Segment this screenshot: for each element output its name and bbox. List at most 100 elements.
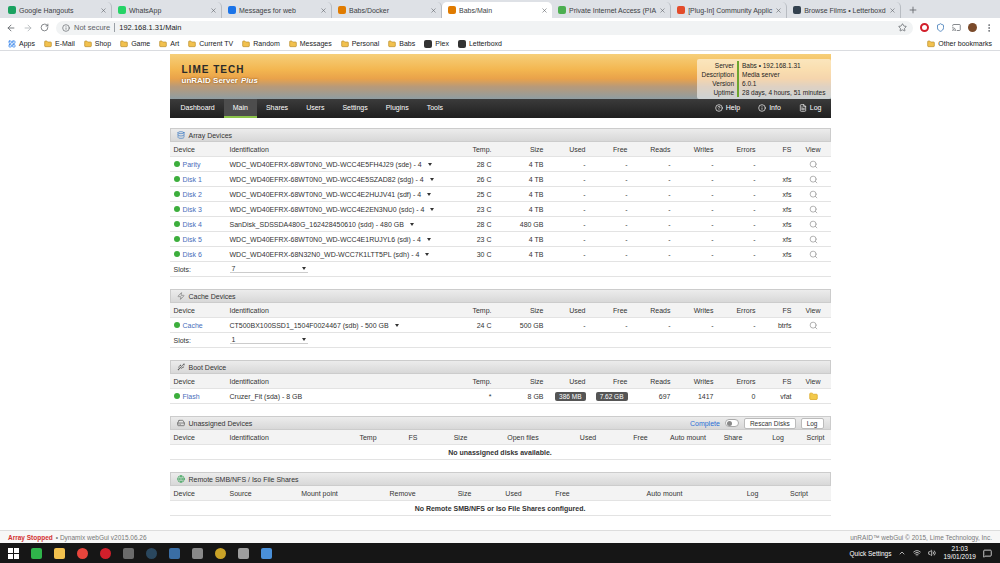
close-tab-icon[interactable] xyxy=(320,7,327,14)
identification-cell[interactable]: WDC_WD40EFRX-68WT0N0_WD-WCC4E1RUJYL6 (sd… xyxy=(226,236,436,243)
nav-item[interactable]: Settings xyxy=(333,99,376,118)
bookmark[interactable]: Plex xyxy=(424,40,449,48)
bookmark[interactable]: E-Mail xyxy=(44,40,75,48)
tv-app-icon[interactable] xyxy=(169,548,180,559)
nav-item[interactable]: Tools xyxy=(418,99,452,118)
star-icon[interactable] xyxy=(898,23,907,32)
opera-icon[interactable] xyxy=(100,548,111,559)
identification-cell[interactable]: WDC_WD40EFRX-68N32N0_WD-WCC7K1LTT5PL (sd… xyxy=(226,251,436,258)
view-icon[interactable] xyxy=(809,190,818,199)
browser-tab[interactable]: Babs/Main xyxy=(442,2,552,18)
bookmark[interactable]: Game xyxy=(120,40,150,48)
menu-icon[interactable] xyxy=(984,23,994,33)
bookmark[interactable]: Personal xyxy=(341,40,380,48)
device-link[interactable]: Disk 3 xyxy=(183,206,202,213)
network-icon[interactable] xyxy=(913,549,921,557)
identification-cell[interactable]: WDC_WD40EFRX-68WT0N0_WD-WCC4E5FH4J29 (sd… xyxy=(226,161,436,168)
bookmark[interactable]: Shop xyxy=(84,40,111,48)
windows-start-icon[interactable] xyxy=(8,548,19,559)
close-tab-icon[interactable] xyxy=(889,7,896,14)
browser-tab[interactable]: Google Hangouts xyxy=(2,2,112,18)
view-icon[interactable] xyxy=(809,205,818,214)
media-app-icon[interactable] xyxy=(123,548,134,559)
view-icon[interactable] xyxy=(809,250,818,259)
reload-icon[interactable] xyxy=(40,23,49,32)
view-icon[interactable] xyxy=(809,175,818,184)
nav-item[interactable]: Main xyxy=(224,99,257,118)
browser-tab[interactable]: Browse Films • Letterboxd xyxy=(787,2,900,18)
bookmark[interactable]: Art xyxy=(159,40,179,48)
download-app-icon[interactable] xyxy=(31,548,42,559)
device-link[interactable]: Disk 5 xyxy=(183,236,202,243)
nav-item[interactable]: Dashboard xyxy=(172,99,224,118)
device-link[interactable]: Flash xyxy=(183,393,200,400)
chevron-up-icon[interactable] xyxy=(898,549,906,557)
nav-action[interactable]: Log xyxy=(790,99,831,118)
back-icon[interactable] xyxy=(6,23,16,33)
game-app-icon[interactable] xyxy=(192,548,203,559)
nav-item[interactable]: Users xyxy=(297,99,333,118)
identification-cell[interactable]: WDC_WD40EFRX-68WT0N0_WD-WCC4E2HUJV41 (sd… xyxy=(226,191,436,198)
notifications-icon[interactable] xyxy=(983,549,992,558)
view-icon[interactable] xyxy=(809,235,818,244)
status-link[interactable]: Complete xyxy=(690,420,720,427)
slots-select[interactable]: 1 xyxy=(230,336,308,344)
photo-app-icon[interactable] xyxy=(261,548,272,559)
cast-icon[interactable] xyxy=(952,23,961,32)
tool-app-icon[interactable] xyxy=(238,548,249,559)
browser-tab[interactable]: [Plug-In] Community Applic xyxy=(671,2,787,18)
view-icon[interactable] xyxy=(809,220,818,229)
browser-tab[interactable]: Messages for web xyxy=(222,2,332,18)
bookmark[interactable]: Babs xyxy=(388,40,415,48)
identification-cell[interactable]: WDC_WD40EFRX-68WT0N0_WD-WCC4E2EN3NU0 (sd… xyxy=(226,206,436,213)
clock[interactable]: 21:0319/01/2019 xyxy=(943,545,976,561)
identification-cell[interactable]: CT500BX100SSD1_1504F0024467 (sdb) - 500 … xyxy=(226,322,436,329)
nav-item[interactable]: Plugins xyxy=(377,99,418,118)
toggle-switch[interactable] xyxy=(725,419,739,427)
browser-tab[interactable]: Babs/Docker xyxy=(332,2,442,18)
address-bar[interactable]: Not secure192.168.1.31/Main xyxy=(56,21,913,35)
close-tab-icon[interactable] xyxy=(430,7,437,14)
browser-tab[interactable]: WhatsApp xyxy=(112,2,222,18)
device-link[interactable]: Disk 6 xyxy=(183,251,202,258)
close-tab-icon[interactable] xyxy=(210,7,217,14)
bookmark[interactable]: Current TV xyxy=(188,40,233,48)
folder-icon[interactable] xyxy=(809,392,818,401)
bookmark[interactable]: Letterboxd xyxy=(458,40,502,48)
section-button[interactable]: Rescan Disks xyxy=(744,418,796,429)
opera-extension-icon[interactable] xyxy=(920,23,929,32)
view-icon[interactable] xyxy=(809,160,818,169)
browser-tab[interactable]: Private Internet Access (PIA xyxy=(552,2,671,18)
nav-item[interactable]: Shares xyxy=(257,99,297,118)
new-tab-button[interactable] xyxy=(905,2,921,18)
nav-action[interactable]: Help xyxy=(706,99,749,118)
bookmark[interactable]: Random xyxy=(242,40,279,48)
view-icon[interactable] xyxy=(809,321,818,330)
slots-select[interactable]: 7 xyxy=(230,265,308,273)
quick-settings[interactable]: Quick Settings xyxy=(850,550,892,557)
identification-cell[interactable]: SanDisk_SDSSDA480G_162428450610 (sdd) - … xyxy=(226,221,436,228)
other-bookmarks[interactable]: Other bookmarks xyxy=(927,40,992,48)
device-link[interactable]: Disk 4 xyxy=(183,221,202,228)
avatar-icon[interactable] xyxy=(968,23,977,32)
close-tab-icon[interactable] xyxy=(100,7,107,14)
chrome-icon[interactable] xyxy=(77,548,88,559)
music-app-icon[interactable] xyxy=(215,548,226,559)
forward-icon[interactable] xyxy=(23,23,33,33)
identification-cell[interactable]: WDC_WD40EFRX-68WT0N0_WD-WCC4E5SZAD82 (sd… xyxy=(226,176,436,183)
device-link[interactable]: Disk 1 xyxy=(183,176,202,183)
close-tab-icon[interactable] xyxy=(659,7,666,14)
bookmark[interactable]: Apps xyxy=(8,40,35,48)
section-button[interactable]: Log xyxy=(801,418,824,429)
steam-icon[interactable] xyxy=(146,548,157,559)
vpn-extension-icon[interactable] xyxy=(936,23,945,32)
file-explorer-icon[interactable] xyxy=(54,548,65,559)
device-link[interactable]: Cache xyxy=(183,322,203,329)
bookmark[interactable]: Messages xyxy=(289,40,332,48)
device-link[interactable]: Parity xyxy=(183,161,201,168)
close-tab-icon[interactable] xyxy=(775,7,782,14)
device-link[interactable]: Disk 2 xyxy=(183,191,202,198)
nav-action[interactable]: Info xyxy=(749,99,790,118)
volume-icon[interactable] xyxy=(928,549,936,557)
close-tab-icon[interactable] xyxy=(541,7,548,14)
